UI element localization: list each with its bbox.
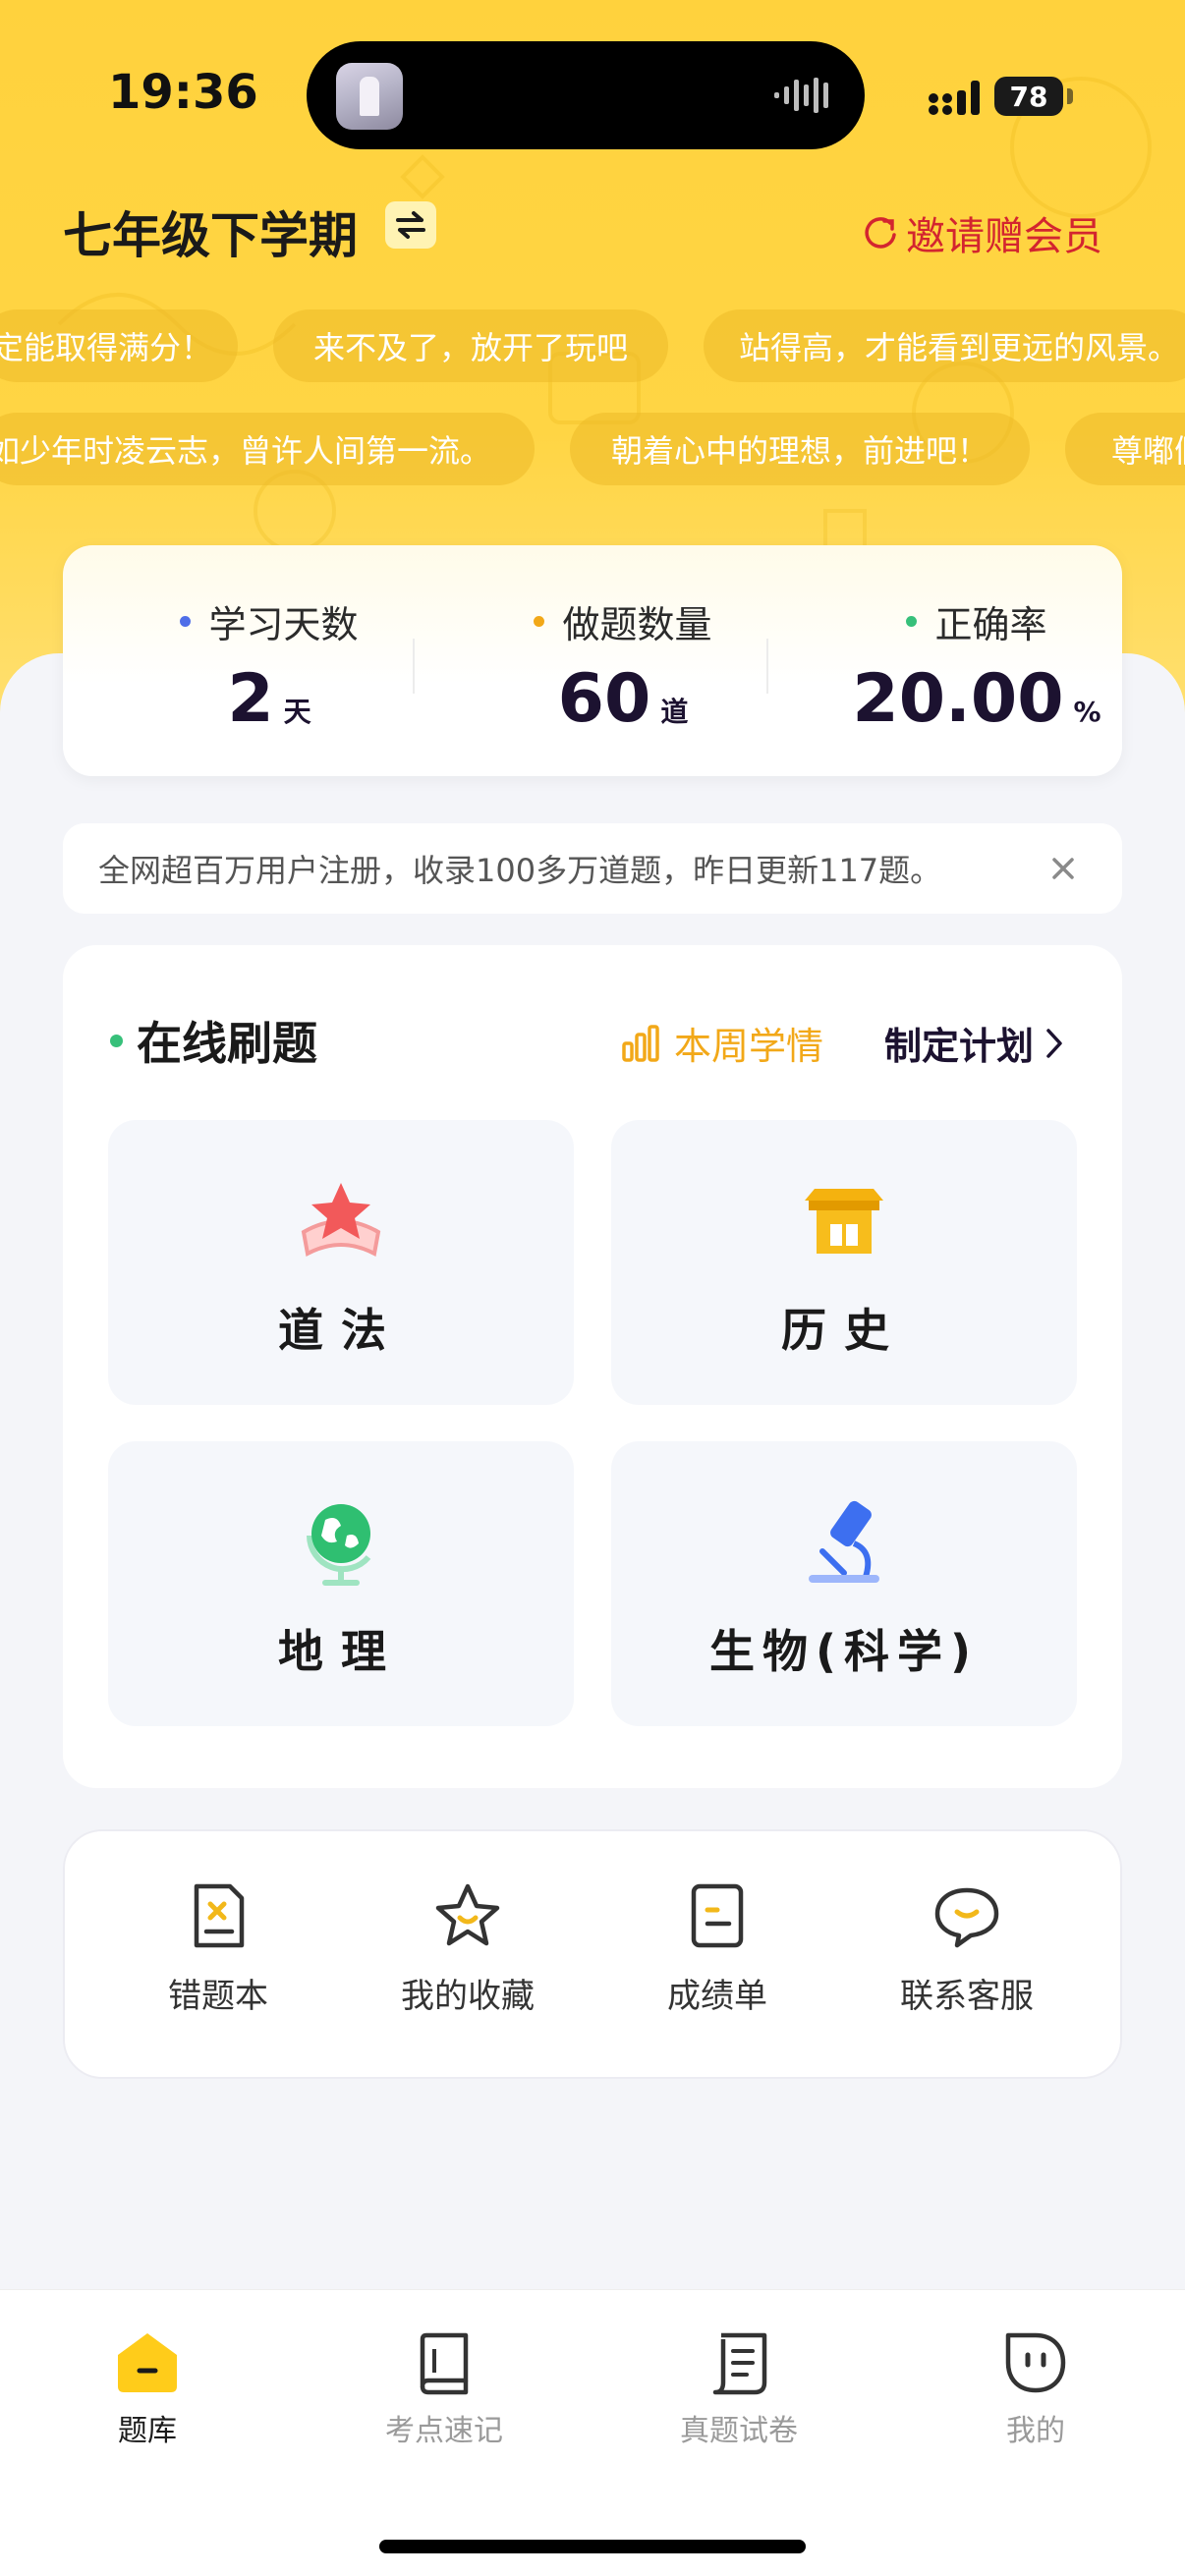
stat-label: 做题数量 — [562, 603, 712, 646]
notice-text: 全网超百万用户注册，收录100多万道题，昨日更新117题。 — [98, 852, 942, 889]
online-practice-card: 在线刷题 本周学情 制定计划 道法 历史 地理 生物(科学) — [63, 945, 1122, 1788]
section-title: 在线刷题 — [110, 1008, 317, 1073]
profile-face-icon — [1005, 2332, 1066, 2393]
tab-label: 我的 — [1006, 2414, 1065, 2448]
stat-divider — [766, 639, 768, 694]
bottom-tab-bar: 题库 考点速记 真题试卷 我的 — [0, 2289, 1185, 2576]
stat-unit: % — [1073, 696, 1101, 728]
subject-name: 地理 — [278, 1625, 404, 1678]
close-icon[interactable] — [1047, 853, 1079, 884]
subject-tile-history[interactable]: 历史 — [611, 1120, 1077, 1405]
chat-icon — [934, 1887, 999, 1948]
battery-tip — [1067, 88, 1073, 104]
title-dot — [110, 1034, 123, 1047]
tool-my-favorites[interactable]: 我的收藏 — [369, 1880, 566, 2017]
stat-study-days: 学习天数 2天 — [122, 594, 417, 733]
tab-key-points[interactable]: 考点速记 — [346, 2329, 542, 2449]
stat-unit: 道 — [660, 696, 689, 728]
motto-chip[interactable]: 来不及了，放开了玩吧 — [273, 309, 668, 382]
microscope-icon — [809, 1500, 879, 1583]
home-indicator — [379, 2540, 806, 2553]
globe-icon — [306, 1504, 371, 1586]
tool-customer-service[interactable]: 联系客服 — [869, 1880, 1065, 2017]
swap-arrows-icon — [396, 211, 425, 239]
stat-dot — [180, 616, 192, 627]
subject-tile-biology[interactable]: 生物(科学) — [611, 1441, 1077, 1726]
stat-label: 学习天数 — [208, 603, 359, 646]
battery-indicator: 78 — [994, 77, 1063, 116]
bar-chart-icon — [622, 1024, 659, 1062]
motto-text: 定能取得满分！ — [0, 329, 212, 366]
tool-mistake-book[interactable]: 错题本 — [120, 1880, 316, 2017]
motto-chip[interactable]: 尊嘟假 — [1065, 413, 1185, 485]
stat-accuracy: 正确率 20.00% — [829, 594, 1124, 733]
make-plan-link[interactable]: 制定计划 — [884, 1016, 1067, 1070]
stat-label: 正确率 — [934, 603, 1047, 646]
subject-tile-geography[interactable]: 地理 — [108, 1441, 574, 1726]
chevron-right-icon — [1046, 1028, 1062, 1058]
subject-name: 生物(科学) — [708, 1625, 980, 1678]
stat-dot — [534, 616, 545, 627]
invite-refresh-icon — [865, 217, 896, 249]
stat-divider — [413, 639, 415, 694]
tool-report-card[interactable]: 成绩单 — [619, 1880, 816, 2017]
tab-label: 题库 — [118, 2414, 177, 2448]
mistake-book-icon — [194, 1883, 245, 1948]
weekly-report-link[interactable]: 本周学情 — [621, 1016, 823, 1070]
motto-text: 尊嘟假 — [1110, 432, 1185, 470]
motto-text: 朝着心中的理想，前进吧！ — [610, 432, 988, 470]
subject-name: 历史 — [781, 1304, 907, 1357]
motto-chip[interactable]: 朝着心中的理想，前进吧！ — [570, 413, 1030, 485]
motto-text: 来不及了，放开了玩吧 — [312, 329, 628, 366]
tool-label: 我的收藏 — [401, 1977, 535, 2016]
tool-label: 成绩单 — [667, 1977, 767, 2016]
stat-value: 20.00 — [852, 660, 1064, 738]
scroll-document-icon — [712, 2332, 767, 2395]
star-ribbon-icon — [301, 1183, 381, 1258]
stat-value: 60 — [557, 660, 651, 738]
tab-question-bank[interactable]: 题库 — [49, 2329, 246, 2449]
plan-label: 制定计划 — [884, 1025, 1035, 1068]
cellular-signal-icon — [929, 81, 980, 115]
notice-banner: 全网超百万用户注册，收录100多万道题，昨日更新117题。 — [63, 823, 1122, 914]
battery-level: 78 — [1009, 80, 1048, 113]
stat-value: 2 — [227, 660, 274, 738]
motto-text: 如少年时凌云志，曾许人间第一流。 — [0, 432, 491, 470]
motto-text: 站得高，才能看到更远的风景。 — [738, 329, 1179, 366]
section-title-text: 在线刷题 — [137, 1017, 317, 1070]
motto-chip[interactable]: 定能取得满分！ — [0, 309, 238, 382]
temple-icon — [805, 1189, 883, 1254]
term-title[interactable]: 七年级下学期 — [63, 196, 358, 267]
report-icon — [691, 1883, 744, 1948]
invite-member-link[interactable]: 邀请赠会员 — [861, 204, 1102, 261]
dynamic-island[interactable] — [307, 41, 865, 149]
stat-unit: 天 — [283, 696, 311, 728]
stat-question-count: 做题数量 60 道 — [476, 594, 770, 733]
subject-tile-daofa[interactable]: 道法 — [108, 1120, 574, 1405]
tool-label: 联系客服 — [900, 1977, 1034, 2016]
subject-name: 道法 — [278, 1304, 404, 1357]
tab-past-papers[interactable]: 真题试卷 — [641, 2329, 837, 2449]
home-icon — [118, 2333, 177, 2392]
tab-label: 考点速记 — [385, 2414, 503, 2448]
book-icon — [420, 2332, 469, 2395]
tools-card: 错题本 我的收藏 成绩单 联系客服 — [63, 1829, 1122, 2079]
star-icon — [435, 1883, 500, 1946]
stats-card: 学习天数 2天 做题数量 60 道 正确率 20.00% — [63, 545, 1122, 776]
motto-chip[interactable]: 如少年时凌云志，曾许人间第一流。 — [0, 413, 535, 485]
switch-term-button[interactable] — [385, 201, 436, 249]
motto-chip[interactable]: 站得高，才能看到更远的风景。 — [704, 309, 1185, 382]
weekly-label: 本周学情 — [674, 1025, 824, 1068]
audio-wave-icon — [774, 78, 828, 113]
now-playing-thumbnail — [336, 63, 403, 130]
stat-dot — [906, 616, 918, 627]
status-time: 19:36 — [108, 65, 258, 120]
tab-label: 真题试卷 — [680, 2414, 798, 2448]
tool-label: 错题本 — [168, 1977, 268, 2016]
tab-mine[interactable]: 我的 — [937, 2329, 1134, 2449]
invite-label: 邀请赠会员 — [906, 214, 1102, 259]
